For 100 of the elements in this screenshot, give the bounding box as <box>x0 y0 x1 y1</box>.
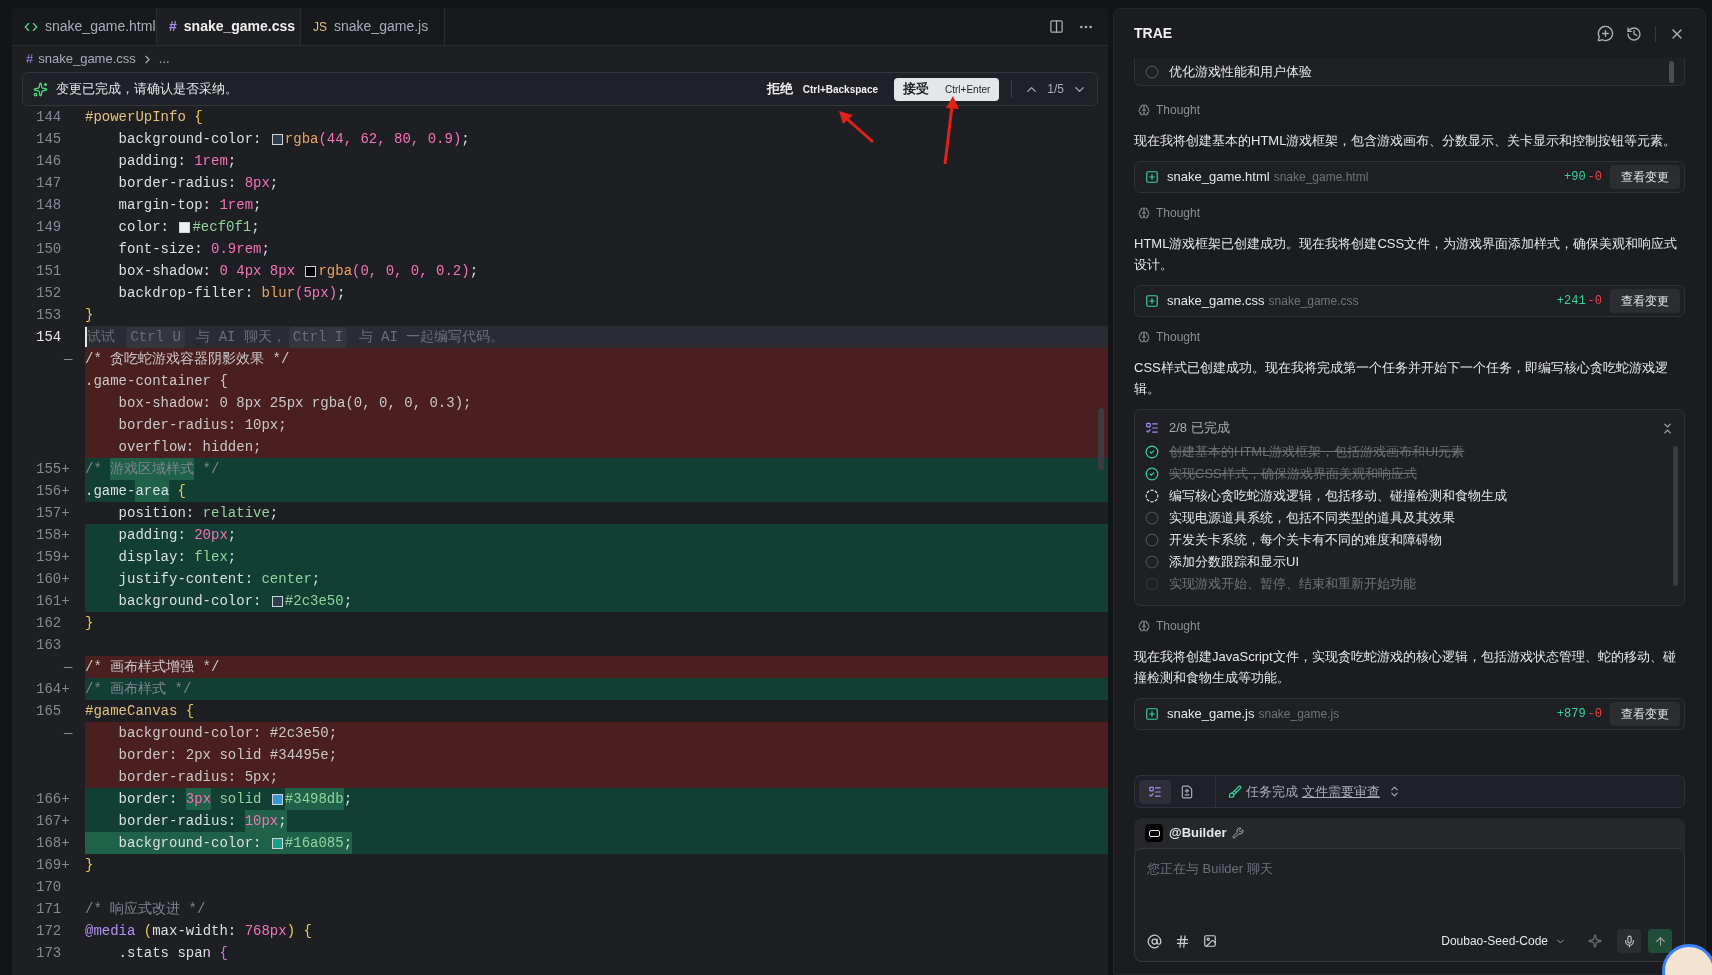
send-button[interactable] <box>1648 929 1672 953</box>
code-text: box-shadow: 0 8px 25px rgba(0, 0, 0, 0.3); <box>117 393 472 413</box>
view-changes-button[interactable]: 查看变更 <box>1610 702 1680 726</box>
code-text: position: relative; <box>117 503 279 523</box>
file-added-icon <box>1145 707 1159 721</box>
thought-label: Thought <box>1156 329 1201 346</box>
code-text: rgba(0, 0, 0, 0.2); <box>318 261 479 281</box>
code-text: rgba(44, 62, 80, 0.9); <box>284 129 470 149</box>
microphone-icon <box>1622 934 1636 948</box>
collapse-icon[interactable] <box>1661 421 1674 435</box>
assistant-message: HTML游戏框架已创建成功。现在我将创建CSS文件，为游戏界面添加样式，确保美观和响应式设计。 <box>1134 235 1679 274</box>
breadcrumb-item[interactable]: snake_game.css <box>38 49 136 69</box>
code-text: #16a085; <box>284 832 353 854</box>
history-icon[interactable] <box>1626 25 1642 42</box>
line-number: 156+ <box>35 481 70 501</box>
lines-added: +241 <box>1556 293 1586 310</box>
image-icon[interactable] <box>1203 934 1217 948</box>
code-text: #2c3e50; <box>284 591 353 611</box>
voice-input-button[interactable] <box>1617 929 1641 953</box>
view-changes-button[interactable]: 查看变更 <box>1610 289 1680 313</box>
lines-added: +879 <box>1556 706 1586 723</box>
file-name[interactable]: snake_game.js <box>1167 704 1255 724</box>
shortcut-key: Ctrl U <box>126 326 185 348</box>
line-number: 145 <box>35 129 62 149</box>
model-selector[interactable]: Doubao-Seed-Code <box>1441 932 1566 950</box>
empty-circle-icon <box>1145 511 1159 525</box>
css-file-icon: # <box>26 49 34 69</box>
chat-input[interactable]: 您正在与 Builder 聊天 <box>1147 859 1672 879</box>
scrollbar-thumb[interactable] <box>1098 408 1104 470</box>
line-number: 168+ <box>35 833 70 853</box>
code-text: background-color: #2c3e50; <box>117 723 338 743</box>
view-changes-button[interactable]: 查看变更 <box>1610 165 1680 189</box>
scrollbar-thumb[interactable] <box>1669 60 1674 83</box>
assistant-message: 现在我将创建JavaScript文件，实现贪吃蛇游戏的核心逻辑，包括游戏状态管理、蛇的移动、碰撞检测和食物生成等功能。 <box>1134 648 1677 687</box>
sparkles-icon <box>33 81 48 97</box>
code-text: border-radius: 10px; <box>117 415 287 435</box>
code-text: margin-top: 1rem; <box>117 195 262 215</box>
code-text: overflow: hidden; <box>117 437 262 457</box>
dashed-circle-icon <box>1145 489 1159 503</box>
annotation-arrow <box>839 111 874 144</box>
file-name[interactable]: snake_game.css <box>1167 291 1265 311</box>
reject-button[interactable]: 拒绝 Ctrl+Backspace <box>758 77 886 101</box>
hint-text: 与 AI 聊天， <box>195 327 286 347</box>
task-list-tab[interactable] <box>1139 779 1171 804</box>
task-label: 编写核心贪吃蛇游戏逻辑，包括移动、碰撞检测和食物生成 <box>1169 487 1507 506</box>
line-number: 160+ <box>35 569 70 589</box>
line-number: 171 <box>35 899 62 919</box>
line-number: 152 <box>35 283 62 303</box>
line-number: 161+ <box>35 591 70 611</box>
code-text: font-size: 0.9rem; <box>117 239 270 259</box>
change-counter: 1/5 <box>1047 81 1064 98</box>
code-text: /* 响应式改进 */ <box>85 899 206 919</box>
line-number: — <box>63 349 73 369</box>
hint-text: 与 AI 一起编写代码。 <box>357 327 505 347</box>
code-text: color: <box>117 217 170 237</box>
task-label: 开发关卡系统，每个关卡有不同的难度和障碍物 <box>1169 531 1442 550</box>
code-text: border: 3px solid <box>85 788 270 810</box>
file-name[interactable]: snake_game.html <box>1167 167 1270 187</box>
line-number: 172 <box>35 921 62 941</box>
chevrons-up-down-icon[interactable] <box>1388 785 1401 798</box>
file-added-icon <box>1145 170 1159 184</box>
task-progress[interactable]: 2/8 已完成 <box>1169 418 1230 438</box>
hash-icon[interactable] <box>1175 933 1190 949</box>
brain-icon <box>1138 104 1150 116</box>
line-number: 148 <box>35 195 62 215</box>
review-message: 变更已完成，请确认是否采纳。 <box>56 80 238 99</box>
review-files-link[interactable]: 文件需要审查 <box>1302 781 1380 802</box>
code-text: box-shadow: 0 4px 8px <box>117 261 297 281</box>
brain-icon <box>1138 207 1150 219</box>
brain-icon <box>1138 620 1150 632</box>
task-label: 实现CSS样式，确保游戏界面美观和响应式 <box>1169 465 1417 484</box>
js-file-icon: JS <box>313 17 327 36</box>
code-text: background-color: <box>117 591 263 611</box>
line-number: — <box>63 723 73 743</box>
breadcrumb-item[interactable]: ... <box>158 49 170 69</box>
task-label: 创建基本的HTML游戏框架，包括游戏画布和UI元素 <box>1169 443 1465 462</box>
hint-text: 试试 <box>87 327 116 347</box>
lines-removed: -0 <box>1587 169 1602 186</box>
code-text: padding: 1rem; <box>117 151 237 171</box>
code-text: border: 2px solid #34495e; <box>117 745 338 765</box>
editor-tab[interactable]: JS snake_game.js <box>301 8 445 45</box>
split-editor-icon[interactable] <box>1049 19 1064 34</box>
line-number: 146 <box>35 151 62 171</box>
shortcut-key: Ctrl I <box>288 326 348 348</box>
new-chat-icon[interactable] <box>1597 25 1614 42</box>
editor-tab[interactable]: # snake_game.css <box>157 8 301 45</box>
check-circle-icon <box>1145 445 1159 459</box>
scrollbar-thumb[interactable] <box>1673 446 1678 586</box>
line-number: 153 <box>35 305 62 325</box>
task-label: 实现电源道具系统，包括不同类型的道具及其效果 <box>1169 509 1455 528</box>
mention-icon[interactable] <box>1147 933 1162 949</box>
sparkle-icon[interactable] <box>1588 934 1602 948</box>
line-number: 157+ <box>35 503 70 523</box>
code-text: border-radius: 5px; <box>117 767 279 787</box>
document-icon <box>1180 784 1194 799</box>
code-text: padding: 20px; <box>117 525 237 545</box>
task-label: 添加分数跟踪和显示UI <box>1169 553 1299 572</box>
code-text: display: flex; <box>117 547 237 567</box>
line-number: 163 <box>35 635 62 655</box>
accept-button[interactable]: 接受 Ctrl+Enter <box>894 77 1000 101</box>
